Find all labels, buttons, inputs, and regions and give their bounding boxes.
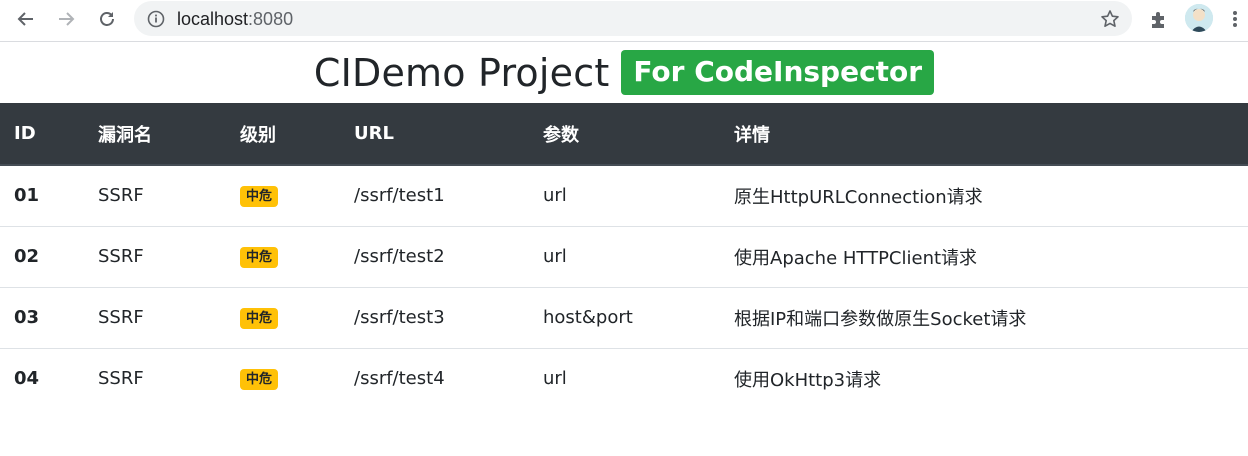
vulnerability-table: ID 漏洞名 级别 URL 参数 详情 01 SSRF 中危 /ssrf/tes… <box>0 103 1248 409</box>
cell-id: 01 <box>14 185 40 207</box>
cell-param: url <box>543 246 567 267</box>
url-text[interactable]: localhost:8080 <box>177 9 293 29</box>
cell-id: 02 <box>14 246 40 267</box>
cell-level: 中危 <box>226 287 340 348</box>
level-badge: 中危 <box>240 186 279 208</box>
profile-picture-icon <box>1185 4 1213 32</box>
back-arrow-icon <box>17 12 33 26</box>
cell-detail: 根据IP和端口参数做原生Socket请求 <box>734 308 1027 330</box>
table-row: 04 SSRF 中危 /ssrf/test4 url 使用OkHttp3请求 <box>0 348 1248 409</box>
header-params: 参数 <box>529 103 720 166</box>
star-icon[interactable] <box>1100 9 1120 29</box>
level-badge: 中危 <box>240 308 279 329</box>
cell-level: 中危 <box>226 226 340 287</box>
reload-icon <box>100 12 114 26</box>
cell-level: 中危 <box>226 165 340 226</box>
url-port: :8080 <box>248 9 294 29</box>
cell-vuln-name: SSRF <box>98 307 144 328</box>
info-icon[interactable] <box>147 10 165 28</box>
cell-vuln-name: SSRF <box>98 185 144 207</box>
table-header-row: ID 漏洞名 级别 URL 参数 详情 <box>0 103 1248 166</box>
level-badge: 中危 <box>240 369 279 391</box>
back-button[interactable] <box>10 5 42 33</box>
avatar[interactable] <box>1185 4 1213 32</box>
table-row: 02 SSRF 中危 /ssrf/test2 url 使用Apache HTTP… <box>0 226 1248 287</box>
cell-detail: 使用OkHttp3请求 <box>734 369 882 391</box>
cell-level: 中危 <box>226 348 340 409</box>
cell-id: 04 <box>14 368 40 390</box>
codeinspector-badge: For CodeInspector <box>621 50 935 95</box>
url-host: localhost <box>177 9 249 29</box>
page-header: CIDemo Project For CodeInspector <box>0 42 1248 103</box>
level-badge: 中危 <box>240 247 279 268</box>
forward-button[interactable] <box>50 5 82 33</box>
cell-vuln-name: SSRF <box>98 246 144 267</box>
header-details: 详情 <box>720 103 1248 166</box>
reload-button[interactable] <box>91 5 123 33</box>
cell-vuln-name: SSRF <box>98 368 144 390</box>
cell-detail: 原生HttpURLConnection请求 <box>734 186 983 208</box>
cell-url: /ssrf/test2 <box>354 246 445 267</box>
page-title: CIDemo Project <box>313 50 610 95</box>
cell-url: /ssrf/test4 <box>354 368 445 390</box>
puzzle-icon[interactable] <box>1148 8 1170 30</box>
header-vuln-name: 漏洞名 <box>84 103 226 166</box>
cell-detail: 使用Apache HTTPClient请求 <box>734 247 978 269</box>
header-id: ID <box>0 103 84 166</box>
cell-url: /ssrf/test3 <box>354 307 445 328</box>
cell-param: host&port <box>543 307 633 328</box>
browser-toolbar: localhost:8080 <box>0 0 1248 42</box>
cell-id: 03 <box>14 307 40 328</box>
cell-param: url <box>543 185 567 207</box>
header-url: URL <box>340 103 529 166</box>
header-level: 级别 <box>226 103 340 166</box>
forward-arrow-icon <box>59 12 75 26</box>
table-row: 03 SSRF 中危 /ssrf/test3 host&port 根据IP和端口… <box>0 287 1248 348</box>
cell-param: url <box>543 368 567 390</box>
kebab-menu-icon[interactable] <box>1228 8 1242 30</box>
address-bar[interactable]: localhost:8080 <box>134 1 1132 36</box>
cell-url: /ssrf/test1 <box>354 185 445 207</box>
table-row: 01 SSRF 中危 /ssrf/test1 url 原生HttpURLConn… <box>0 165 1248 226</box>
